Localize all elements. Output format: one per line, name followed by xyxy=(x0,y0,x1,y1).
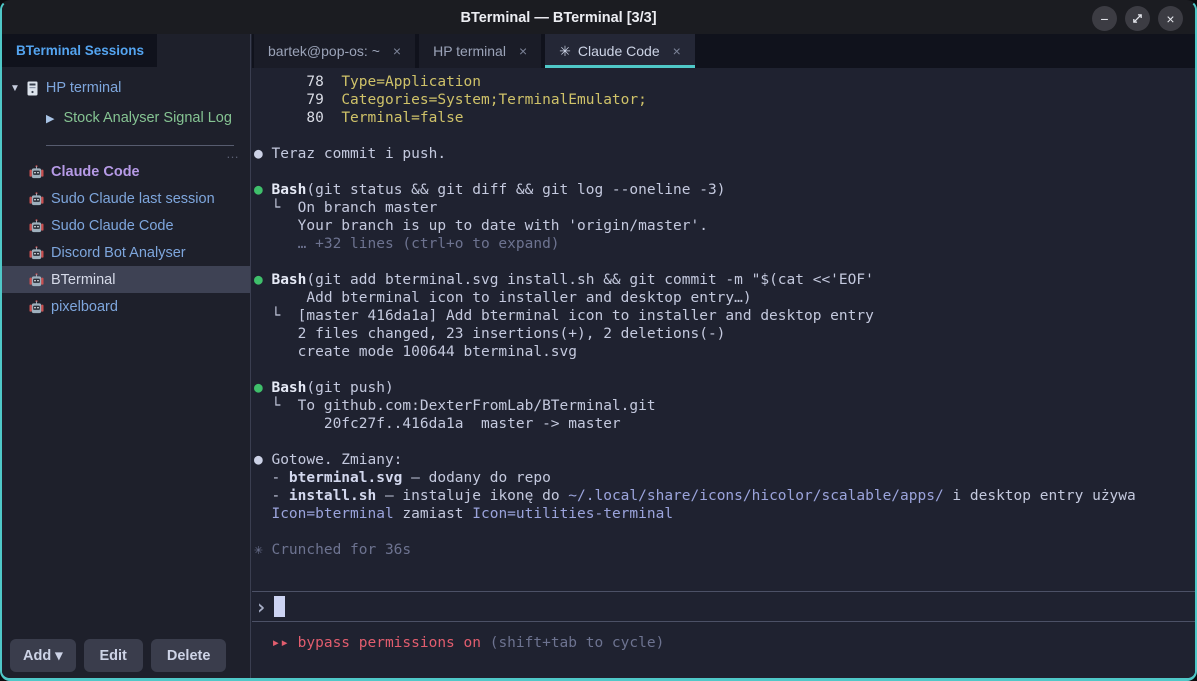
terminal-line: └ To github.com:DexterFromLab/BTerminal.… xyxy=(254,397,1195,415)
session-label: Discord Bot Analyser xyxy=(51,245,186,261)
terminal-line: - bterminal.svg — dodany do repo xyxy=(254,469,1195,487)
robot-icon xyxy=(29,273,44,287)
maximize-icon xyxy=(1132,13,1143,24)
terminal-line: ● Bash(git add bterminal.svg install.sh … xyxy=(254,271,1195,289)
hp-terminal-label: HP terminal xyxy=(46,80,121,96)
terminal-line: ● Bash(git status && git diff && git log… xyxy=(254,181,1195,199)
prompt-row[interactable]: › xyxy=(252,591,1195,622)
chevron-down-icon[interactable]: ▼ xyxy=(10,83,20,94)
terminal-tab[interactable]: bartek@pop-os: ~ × xyxy=(254,34,415,68)
sessions-header-label: BTerminal Sessions xyxy=(2,34,157,67)
sessions-sidebar: BTerminal Sessions ▼ HP terminal ▶ Stock… xyxy=(2,34,251,678)
robot-icon xyxy=(29,165,44,179)
sidebar-session-item[interactable]: pixelboard xyxy=(2,293,250,320)
terminal-output: 78 Type=Application 79 Categories=System… xyxy=(252,68,1195,591)
terminal-line: 20fc27f..416da1a master -> master xyxy=(254,415,1195,433)
sidebar-session-item[interactable]: Discord Bot Analyser xyxy=(2,239,250,266)
tab-close-icon[interactable]: × xyxy=(393,43,401,59)
tab-close-icon[interactable]: × xyxy=(519,43,527,59)
play-icon: ▶ xyxy=(46,112,54,125)
session-label: Sudo Claude Code xyxy=(51,218,174,234)
tab-strip: bartek@pop-os: ~ × HP terminal × ✳ Claude Cod… xyxy=(252,34,1195,68)
terminal-line: ● Teraz commit i push. xyxy=(254,145,1195,163)
terminal-line xyxy=(254,163,1195,181)
delete-button[interactable]: Delete xyxy=(151,639,227,672)
robot-icon xyxy=(29,246,44,260)
text-cursor[interactable] xyxy=(274,596,285,617)
sidebar-session-item[interactable]: Claude Code xyxy=(2,158,250,185)
tab-label: HP terminal xyxy=(433,43,506,59)
computer-icon xyxy=(27,81,38,96)
close-icon: × xyxy=(1166,12,1174,26)
terminal-line: … +32 lines (ctrl+o to expand) xyxy=(254,235,1195,253)
sidebar-session-item[interactable]: Sudo Claude Code xyxy=(2,212,250,239)
sidebar-session-item[interactable]: Sudo Claude last session xyxy=(2,185,250,212)
edit-button[interactable]: Edit xyxy=(84,639,143,672)
terminal-line xyxy=(254,523,1195,541)
terminal-line: ● Bash(git push) xyxy=(254,379,1195,397)
sidebar-item-hp-terminal[interactable]: ▼ HP terminal xyxy=(2,75,250,101)
minimize-icon: − xyxy=(1100,12,1108,26)
close-button[interactable]: × xyxy=(1158,6,1183,31)
terminal-line: 80 Terminal=false xyxy=(254,109,1195,127)
prompt-chevron-icon: › xyxy=(255,597,267,617)
session-label: BTerminal xyxy=(51,272,115,288)
terminal-line: ● Gotowe. Zmiany: xyxy=(254,451,1195,469)
sidebar-session-item[interactable]: BTerminal xyxy=(2,266,250,293)
main-area: bartek@pop-os: ~ × HP terminal × ✳ Claude Cod… xyxy=(252,34,1195,678)
maximize-button[interactable] xyxy=(1125,6,1150,31)
window-controls: − × xyxy=(1092,6,1183,31)
terminal-pane[interactable]: 78 Type=Application 79 Categories=System… xyxy=(252,68,1195,678)
terminal-line xyxy=(254,361,1195,379)
terminal-line: └ [master 416da1a] Add bterminal icon to… xyxy=(254,307,1195,325)
terminal-line: 79 Categories=System;TerminalEmulator; xyxy=(254,91,1195,109)
terminal-line: Icon=bterminal zamiast Icon=utilities-te… xyxy=(254,505,1195,523)
terminal-line: └ On branch master xyxy=(254,199,1195,217)
terminal-tab[interactable]: HP terminal × xyxy=(419,34,541,68)
terminal-line xyxy=(254,433,1195,451)
terminal-tab[interactable]: ✳ Claude Code × xyxy=(545,34,695,68)
terminal-line: Add bterminal icon to installer and desk… xyxy=(254,289,1195,307)
terminal-line xyxy=(254,127,1195,145)
stock-analyser-label: Stock Analyser Signal Log xyxy=(63,110,231,126)
titlebar[interactable]: BTerminal — BTerminal [3/3] − × xyxy=(2,2,1195,34)
tab-label: bartek@pop-os: ~ xyxy=(268,43,380,59)
terminal-line: create mode 100644 bterminal.svg xyxy=(254,343,1195,361)
tab-label: Claude Code xyxy=(578,43,660,59)
sidebar-button-row: Add ▾ Edit Delete xyxy=(10,639,226,672)
terminal-line: Your branch is up to date with 'origin/m… xyxy=(254,217,1195,235)
add-button[interactable]: Add ▾ xyxy=(10,639,76,672)
session-label: pixelboard xyxy=(51,299,118,315)
session-list: Claude Code Sudo Claude last session Sud… xyxy=(2,158,250,320)
terminal-line: 78 Type=Application xyxy=(254,73,1195,91)
robot-icon xyxy=(29,300,44,314)
terminal-line: - install.sh — instaluje ikonę do ~/.loc… xyxy=(254,487,1195,505)
sessions-panel-header[interactable]: BTerminal Sessions xyxy=(2,34,157,67)
bterminal-window: BTerminal — BTerminal [3/3] − × BTermina… xyxy=(0,0,1197,681)
session-label: Claude Code xyxy=(51,164,140,180)
status-line: ▸▸ bypass permissions on (shift+tab to c… xyxy=(252,622,1195,678)
session-label: Sudo Claude last session xyxy=(51,191,215,207)
terminal-line xyxy=(254,253,1195,271)
tab-close-icon[interactable]: × xyxy=(673,43,681,59)
terminal-line: 2 files changed, 23 insertions(+), 2 del… xyxy=(254,325,1195,343)
window-title: BTerminal — BTerminal [3/3] xyxy=(2,2,1115,34)
asterisk-icon: ✳ xyxy=(559,43,571,60)
sidebar-item-stock-analyser[interactable]: ▶ Stock Analyser Signal Log xyxy=(2,105,250,131)
terminal-line: ✳ Crunched for 36s xyxy=(254,541,1195,559)
sidebar-divider xyxy=(46,145,234,146)
minimize-button[interactable]: − xyxy=(1092,6,1117,31)
robot-icon xyxy=(29,192,44,206)
robot-icon xyxy=(29,219,44,233)
